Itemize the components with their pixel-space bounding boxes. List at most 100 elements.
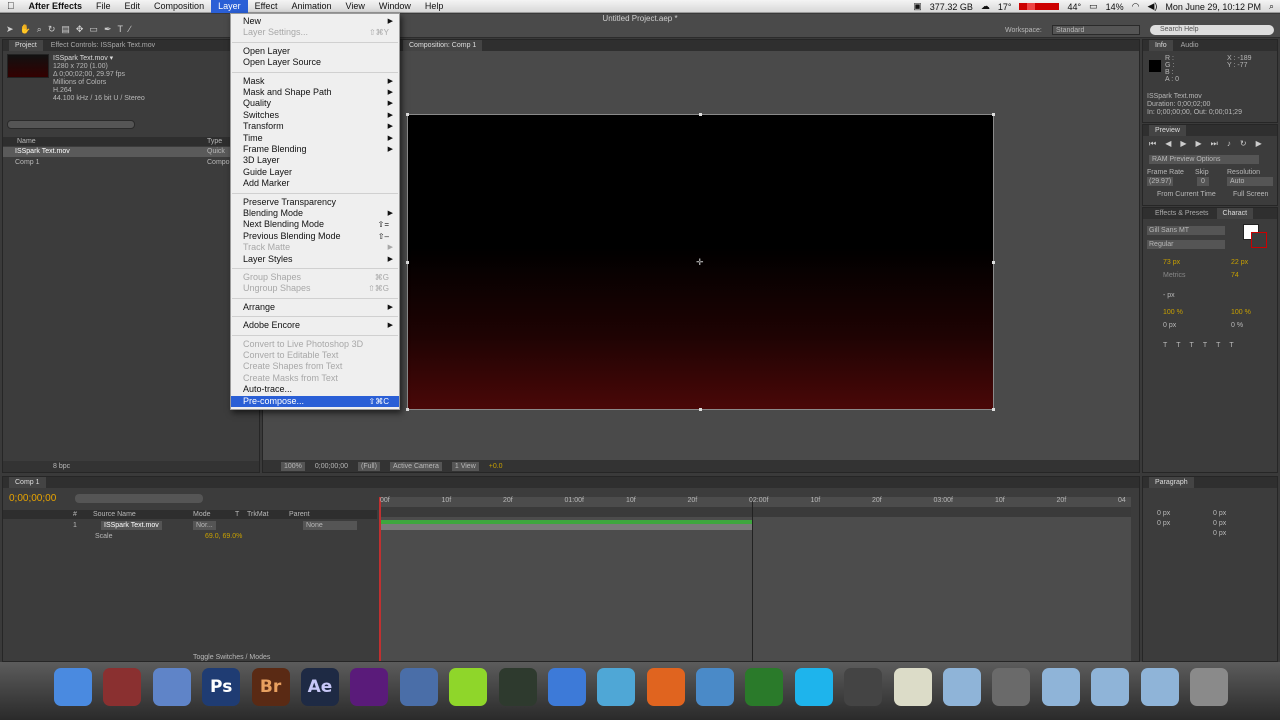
- menu-item-layer-styles[interactable]: Layer Styles ▶: [231, 254, 399, 265]
- full-screen[interactable]: Full Screen: [1233, 190, 1268, 199]
- horizontal-scale[interactable]: 100 %: [1231, 308, 1251, 317]
- textedit-icon[interactable]: [893, 668, 932, 706]
- timeline-search-input[interactable]: [75, 494, 203, 503]
- indent-right[interactable]: 0 px: [1213, 509, 1226, 518]
- space-before[interactable]: 0 px: [1213, 519, 1226, 528]
- leading[interactable]: 22 px: [1231, 258, 1248, 267]
- prev-frame-icon[interactable]: ◀: [1165, 139, 1171, 149]
- menu-item-arrange[interactable]: Arrange ▶: [231, 302, 399, 313]
- property-value[interactable]: 69.0, 69.0%: [205, 532, 242, 541]
- tab-effects-presets[interactable]: Effects & Presets: [1149, 208, 1215, 219]
- camera-tool-icon[interactable]: ▤: [61, 24, 70, 35]
- itunes-icon[interactable]: [597, 668, 636, 706]
- resolution-select[interactable]: (Full): [358, 461, 380, 471]
- selection-tool-icon[interactable]: ➤: [6, 24, 14, 35]
- finder-icon[interactable]: [54, 668, 92, 706]
- tab-info[interactable]: Info: [1149, 40, 1173, 51]
- exposure-value[interactable]: +0.0: [489, 462, 503, 471]
- composition-canvas[interactable]: ✛: [406, 113, 995, 411]
- handle[interactable]: [406, 261, 409, 264]
- handle[interactable]: [406, 113, 409, 116]
- tsume[interactable]: 0 %: [1231, 321, 1243, 330]
- menu-item-previous-blending-mode[interactable]: Previous Blending Mode ⇧–: [231, 231, 399, 242]
- current-time-indicator[interactable]: [379, 497, 381, 661]
- folder-2-icon[interactable]: [1091, 668, 1130, 706]
- tab-paragraph[interactable]: Paragraph: [1149, 477, 1194, 488]
- zoom-tool-icon[interactable]: ⌕: [37, 24, 42, 35]
- menu-item-3d-layer[interactable]: 3D Layer: [231, 155, 399, 166]
- menu-layer[interactable]: Layer: [211, 0, 248, 13]
- menu-item-blending-mode[interactable]: Blending Mode ▶: [231, 208, 399, 219]
- text-style-buttons[interactable]: TTTTTT: [1163, 341, 1243, 350]
- list-item[interactable]: Comp 1 Compo: [3, 158, 259, 168]
- layer-parent[interactable]: None: [303, 521, 357, 530]
- after-effects-icon[interactable]: Ae: [300, 668, 339, 706]
- first-frame-icon[interactable]: ⏮: [1149, 139, 1156, 149]
- menu-item-new[interactable]: New ▶: [231, 16, 399, 27]
- menu-item-frame-blending[interactable]: Frame Blending ▶: [231, 144, 399, 155]
- skype-icon[interactable]: [794, 668, 833, 706]
- menu-after-effects[interactable]: After Effects: [22, 0, 90, 13]
- font-family-select[interactable]: Gill Sans MT: [1147, 226, 1225, 235]
- toggle-switches-modes[interactable]: Toggle Switches / Modes: [193, 653, 270, 662]
- zoom-select[interactable]: 100%: [281, 461, 305, 471]
- tab-character[interactable]: Charact: [1216, 208, 1254, 219]
- pen-tool-icon[interactable]: ✒: [104, 24, 112, 35]
- globe-icon[interactable]: [745, 668, 784, 706]
- menu-item-mask[interactable]: Mask ▶: [231, 76, 399, 87]
- layer-bar[interactable]: [379, 524, 752, 530]
- time-ruler[interactable]: [379, 507, 1131, 517]
- spotlight-icon[interactable]: ⌕: [1269, 1, 1274, 12]
- from-current-time[interactable]: From Current Time: [1157, 190, 1216, 199]
- system-prefs-icon[interactable]: [992, 668, 1031, 706]
- ram-preview-icon[interactable]: ▶: [1256, 139, 1262, 149]
- menu-view[interactable]: View: [338, 0, 371, 13]
- handle[interactable]: [699, 113, 702, 116]
- pan-behind-tool-icon[interactable]: ✥: [76, 24, 84, 35]
- font-size[interactable]: 73 px: [1163, 258, 1180, 267]
- menu-item-adobe-encore[interactable]: Adobe Encore ▶: [231, 320, 399, 331]
- last-frame-icon[interactable]: ⏭: [1211, 139, 1218, 149]
- bridge-icon[interactable]: Br: [251, 668, 290, 706]
- col-name[interactable]: Name: [17, 137, 36, 146]
- app-purple-icon[interactable]: [350, 668, 389, 706]
- menu-item-preserve-transparency[interactable]: Preserve Transparency: [231, 197, 399, 208]
- indent-first[interactable]: 0 px: [1157, 519, 1170, 528]
- vertical-scale[interactable]: 100 %: [1163, 308, 1183, 317]
- handle[interactable]: [992, 113, 995, 116]
- rect-tool-icon[interactable]: ▭: [89, 24, 98, 35]
- table-row[interactable]: Scale 69.0, 69.0%: [3, 532, 377, 542]
- menu-edit[interactable]: Edit: [118, 0, 148, 13]
- menu-item-switches[interactable]: Switches ▶: [231, 110, 399, 121]
- text-tool-icon[interactable]: T: [117, 24, 123, 35]
- volume-icon[interactable]: ◀): [1147, 1, 1157, 12]
- camera-select[interactable]: Active Camera: [389, 461, 442, 471]
- handle[interactable]: [992, 261, 995, 264]
- stroke-width[interactable]: - px: [1163, 291, 1175, 300]
- handle[interactable]: [992, 408, 995, 411]
- handle[interactable]: [406, 408, 409, 411]
- menu-file[interactable]: File: [89, 0, 118, 13]
- preview-icon[interactable]: [399, 668, 438, 706]
- tracking[interactable]: 74: [1231, 271, 1239, 280]
- baseline-shift[interactable]: 0 px: [1163, 321, 1176, 330]
- tab-effect-controls[interactable]: Effect Controls: ISSpark Text.mov: [45, 40, 161, 51]
- menu-item-quality[interactable]: Quality ▶: [231, 98, 399, 109]
- project-search-input[interactable]: [7, 120, 135, 129]
- space-after[interactable]: 0 px: [1213, 529, 1226, 538]
- resolution-select[interactable]: Auto: [1227, 177, 1273, 186]
- tab-preview[interactable]: Preview: [1149, 125, 1186, 136]
- trash-icon[interactable]: [1190, 668, 1228, 706]
- menu-item-guide-layer[interactable]: Guide Layer: [231, 167, 399, 178]
- audio-icon[interactable]: ♪: [1227, 139, 1231, 149]
- menu-help[interactable]: Help: [418, 0, 451, 13]
- menu-item-next-blending-mode[interactable]: Next Blending Mode ⇧=: [231, 219, 399, 230]
- folder-3-icon[interactable]: [1140, 668, 1179, 706]
- menu-effect[interactable]: Effect: [248, 0, 285, 13]
- menu-item-transform[interactable]: Transform ▶: [231, 121, 399, 132]
- tab-audio[interactable]: Audio: [1175, 40, 1205, 51]
- layer-name[interactable]: ISSpark Text.mov: [101, 521, 162, 530]
- col-type[interactable]: Type: [207, 137, 222, 146]
- bpc-label[interactable]: 8 bpc: [53, 462, 70, 471]
- menu-item-add-marker[interactable]: Add Marker: [231, 178, 399, 189]
